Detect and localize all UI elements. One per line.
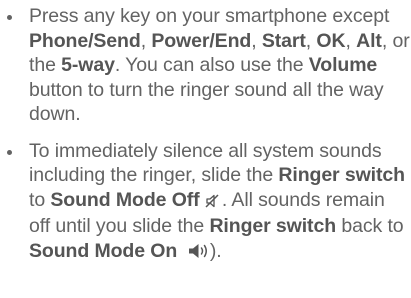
- bullet-marker: [7, 149, 12, 155]
- speaker-on-icon: [188, 241, 210, 266]
- key-5-way: 5-way: [61, 54, 115, 76]
- ringer-switch-label: Ringer switch: [278, 164, 405, 186]
- item-text: Press any key on your smartphone except …: [29, 5, 410, 125]
- muted-speaker-icon: [205, 190, 222, 215]
- document-page: Press any key on your smartphone except …: [0, 0, 411, 298]
- key-start: Start: [261, 29, 306, 52]
- volume-button-label: Volume: [308, 54, 378, 76]
- list-item-silence-by-key: Press any key on your smartphone except …: [0, 4, 411, 127]
- ringer-switch-label: Ringer switch: [209, 215, 337, 237]
- key-ok: OK: [316, 29, 346, 52]
- key-power-end: Power/End: [151, 29, 252, 52]
- sound-mode-on-label: Sound Mode On: [29, 239, 178, 262]
- key-phone-send: Phone/Send: [29, 29, 141, 52]
- list-item-ringer-switch: To immediately silence all system sounds…: [0, 139, 411, 266]
- key-alt: Alt: [356, 29, 382, 52]
- sound-mode-off-label: Sound Mode Off: [50, 188, 200, 211]
- bullet-list: Press any key on your smartphone except …: [0, 0, 411, 265]
- bullet-marker: [7, 15, 12, 20]
- item-text: To immediately silence all system sounds…: [29, 140, 405, 262]
